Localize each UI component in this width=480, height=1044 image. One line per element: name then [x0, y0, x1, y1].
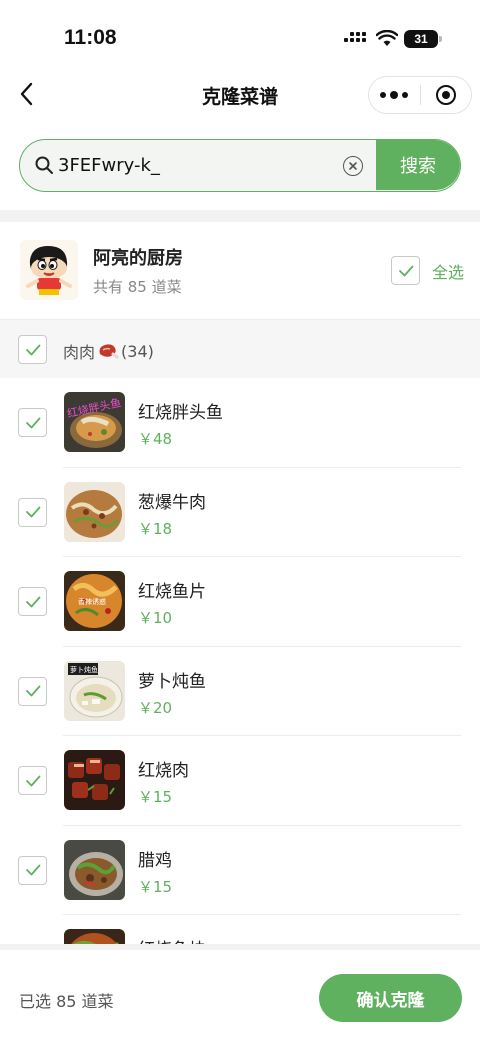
dish-checkbox[interactable] [18, 587, 47, 616]
dish-image-caption: 萝卜炖鱼 [70, 665, 98, 674]
dish-image [64, 750, 125, 810]
back-button[interactable] [14, 78, 44, 110]
select-all-toggle[interactable]: 全选 [391, 256, 464, 285]
list-item[interactable]: 香辣诱惑 红烧鱼片 ￥10 [0, 557, 480, 647]
meat-icon [99, 344, 119, 359]
dish-list: 红烧胖头鱼 红烧胖头鱼 ￥48 葱爆牛肉 ￥18 香辣诱惑 红烧鱼片 ￥10 萝… [0, 378, 480, 944]
dish-price: ￥10 [138, 609, 173, 627]
dish-image-caption: 香辣诱惑 [78, 597, 106, 606]
search-bar: 搜索 [19, 139, 461, 192]
dish-checkbox[interactable] [18, 497, 47, 527]
category-label: 肉肉 (34) [63, 339, 154, 363]
select-all-label[interactable]: 全选 [432, 259, 464, 283]
dish-image: 香辣诱惑 [64, 571, 125, 631]
status-bar: 11:08 31 [0, 0, 480, 72]
footer-bar: 已选 85 道菜 确认克隆 [0, 944, 480, 1044]
checkmark-icon [25, 506, 40, 518]
dish-checkbox[interactable] [18, 855, 47, 885]
dish-name: 葱爆牛肉 [138, 492, 206, 513]
dish-image: 萝卜炖鱼 [64, 660, 125, 721]
dish-name: 红烧胖头鱼 [138, 403, 223, 423]
select-all-checkbox[interactable] [391, 256, 420, 285]
checkmark-icon [25, 864, 40, 876]
dish-image [64, 839, 125, 900]
selected-count: 已选 85 道菜 [19, 992, 114, 1011]
dish-price: ￥48 [138, 430, 173, 448]
search-icon [35, 156, 53, 174]
category-checkbox[interactable] [18, 335, 47, 364]
dish-name: 红烧肉 [138, 761, 189, 781]
list-item[interactable]: 红烧鱼块 [0, 915, 480, 944]
clear-search-button[interactable] [343, 156, 363, 176]
dish-price: ￥15 [138, 788, 173, 806]
avatar [20, 240, 78, 300]
checkmark-icon [25, 775, 40, 786]
kitchen-dish-count: 共有 85 道菜 [93, 278, 182, 296]
dish-name: 萝卜炖鱼 [138, 671, 206, 692]
battery-icon: 31 [404, 30, 442, 48]
mini-program-capsule [368, 76, 472, 114]
kitchen-header: 阿亮的厨房 共有 85 道菜 全选 [0, 222, 480, 320]
checkmark-icon [25, 344, 40, 355]
checkmark-icon [25, 685, 40, 697]
dish-checkbox[interactable] [18, 676, 47, 706]
more-button[interactable] [369, 77, 420, 113]
dish-checkbox[interactable] [18, 766, 47, 795]
close-mini-program-button[interactable] [420, 77, 471, 113]
dish-price: ￥15 [138, 877, 173, 896]
checkmark-icon [25, 596, 40, 607]
dish-name: 红烧鱼片 [138, 582, 206, 602]
checkmark-icon [25, 417, 40, 428]
checkmark-icon [398, 265, 413, 276]
list-item[interactable]: 腊鸡 ￥15 [0, 826, 480, 915]
dish-price: ￥18 [138, 519, 173, 538]
list-item[interactable]: 葱爆牛肉 ￥18 [0, 468, 480, 557]
close-icon [349, 162, 357, 170]
category-name: 肉肉 [63, 343, 96, 362]
list-item[interactable]: 红烧肉 ￥15 [0, 736, 480, 826]
list-item[interactable]: 红烧胖头鱼 红烧胖头鱼 ￥48 [0, 378, 480, 468]
target-icon [435, 85, 456, 105]
category-count: (34) [121, 341, 154, 361]
section-divider [0, 210, 480, 222]
dish-image [64, 929, 125, 944]
signal-icon [344, 30, 368, 46]
search-button[interactable]: 搜索 [376, 140, 460, 190]
chevron-left-icon [20, 82, 33, 106]
dish-name: 腊鸡 [138, 850, 172, 871]
wifi-icon [376, 30, 398, 46]
dish-checkbox[interactable] [18, 408, 47, 437]
confirm-clone-button[interactable]: 确认克隆 [319, 974, 462, 1022]
category-row[interactable]: 肉肉 (34) [0, 320, 480, 378]
kitchen-name: 阿亮的厨房 [93, 248, 183, 269]
more-dots-icon [380, 92, 387, 98]
status-time: 11:08 [64, 26, 117, 49]
search-input[interactable] [58, 140, 338, 190]
list-item[interactable]: 萝卜炖鱼 萝卜炖鱼 ￥20 [0, 647, 480, 736]
dish-image [64, 481, 125, 542]
dish-name: 红烧鱼块 [138, 935, 206, 944]
nav-bar: 克隆菜谱 [0, 72, 480, 118]
dish-image: 红烧胖头鱼 [64, 392, 125, 452]
dish-price: ￥20 [138, 698, 173, 717]
